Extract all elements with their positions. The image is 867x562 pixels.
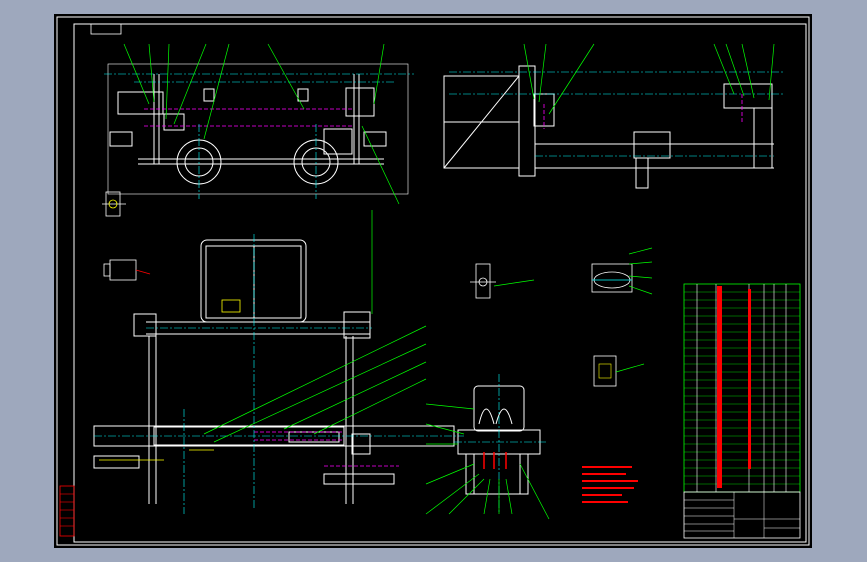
pulley-detail-2 — [591, 247, 653, 295]
pulley-detail-1 — [470, 263, 535, 299]
block-detail — [593, 355, 645, 387]
drawing-sheet — [54, 14, 812, 548]
inner-frame — [73, 23, 807, 543]
technical-notes — [582, 466, 638, 503]
title-block — [683, 491, 801, 539]
bom-material-column — [717, 286, 722, 488]
stamp-box — [90, 23, 122, 35]
detail-a — [102, 191, 126, 217]
front-view-trolley — [104, 43, 414, 205]
cad-drawing — [56, 16, 810, 546]
bill-of-materials — [683, 283, 801, 493]
revision-strip — [59, 485, 75, 537]
side-view-frame — [443, 43, 784, 189]
main-elevation — [93, 210, 464, 514]
revision-strip-lines — [60, 493, 74, 527]
outer-frame — [56, 16, 810, 546]
detail-b — [103, 259, 151, 281]
